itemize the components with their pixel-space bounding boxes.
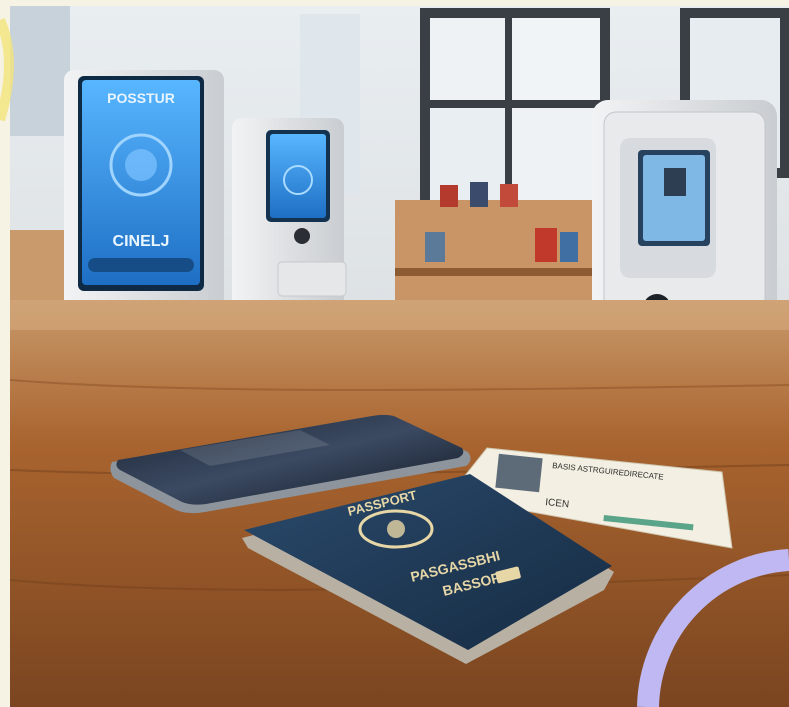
kiosk-screen-label: CINELJ (113, 233, 170, 250)
kiosk-screen-title: POSSTUR (107, 90, 175, 106)
photo-scene: POSSTUR CINELJ BASIS ASTRGUIREDIRECATE I… (0, 0, 789, 707)
kiosk-left: POSSTUR CINELJ (64, 70, 224, 340)
